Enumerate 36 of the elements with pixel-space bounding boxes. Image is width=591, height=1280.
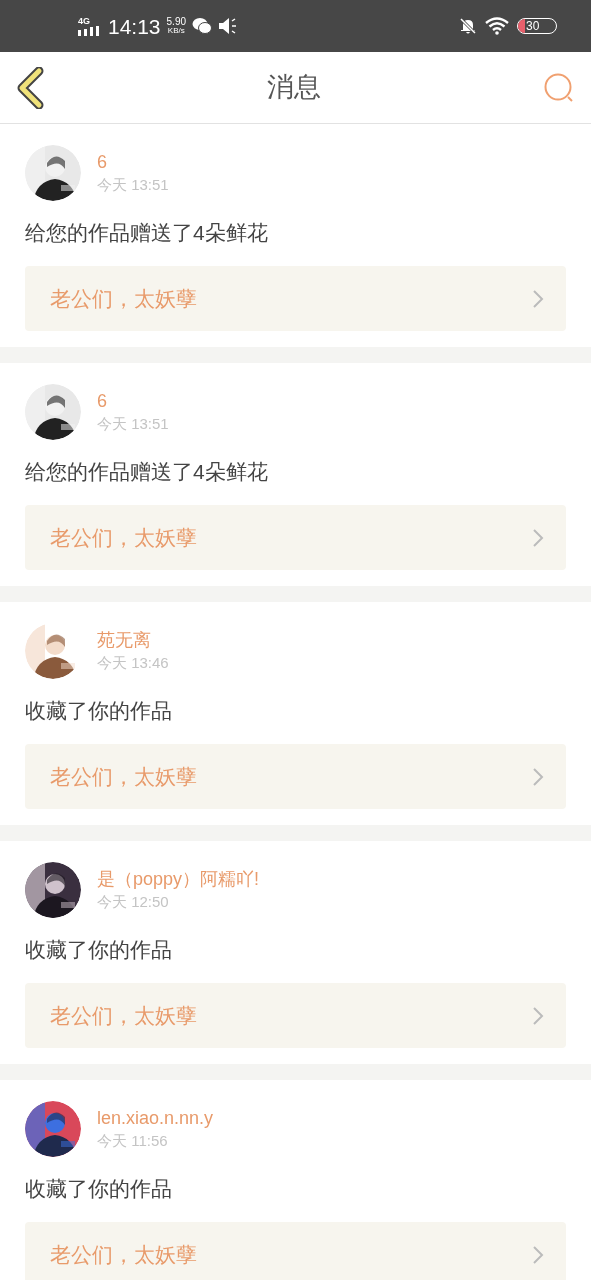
user-name[interactable]: 6	[97, 389, 169, 413]
network-speed: 5.90	[166, 17, 187, 27]
message-text: 收藏了你的作品	[25, 1176, 173, 1202]
message-text: 收藏了你的作品	[25, 698, 173, 724]
message-time: 今天 13:46	[97, 653, 169, 673]
wifi-icon	[485, 17, 509, 35]
quoted-work[interactable]: 老公们，太妖孽	[25, 744, 566, 809]
signal-icon	[78, 25, 102, 36]
speed-unit: KB/s	[167, 27, 185, 35]
message-time: 今天 12:50	[97, 892, 170, 912]
speaker-icon	[218, 17, 239, 35]
message-time: 今天 13:51	[97, 414, 169, 434]
quoted-work[interactable]: 老公们，太妖孽	[25, 505, 566, 570]
message-text: 给您的作品赠送了4朵鲜花	[25, 459, 269, 485]
user-name[interactable]: 苑无离	[97, 628, 169, 652]
message-text: 给您的作品赠送了4朵鲜花	[25, 220, 269, 246]
clock: 14:13	[108, 15, 161, 37]
user-name[interactable]: 是（poppy）阿糯吖!	[97, 867, 260, 891]
user-name[interactable]: 6	[97, 150, 169, 174]
back-icon[interactable]	[16, 66, 44, 109]
quoted-work[interactable]: 老公们，太妖孽	[25, 1222, 566, 1280]
chevron-right-icon	[532, 1244, 544, 1265]
quoted-work[interactable]: 老公们，太妖孽	[25, 983, 566, 1048]
page-title: 消息	[266, 71, 321, 105]
message-time: 今天 11:56	[97, 1131, 169, 1151]
message-text: 收藏了你的作品	[25, 937, 173, 963]
chevron-right-icon	[532, 288, 544, 309]
message-time: 今天 13:51	[97, 175, 169, 195]
chat-icon	[192, 17, 213, 35]
chevron-right-icon	[532, 766, 544, 787]
chevron-right-icon	[532, 527, 544, 548]
quoted-work[interactable]: 老公们，太妖孽	[25, 266, 566, 331]
user-name[interactable]: len.xiao.n.nn.y	[97, 1106, 214, 1130]
network-type: 4G	[78, 16, 90, 26]
muted-bell-icon	[459, 17, 477, 35]
chevron-right-icon	[532, 1005, 544, 1026]
